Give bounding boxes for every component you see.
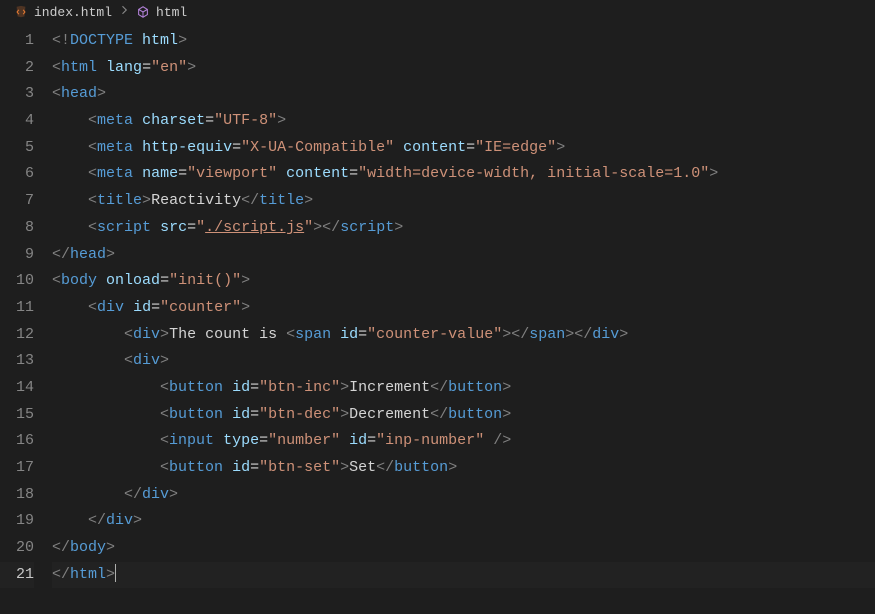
line-number: 19 bbox=[0, 508, 34, 535]
breadcrumb-file[interactable]: index.html bbox=[34, 5, 112, 20]
code-line[interactable]: <meta http-equiv="X-UA-Compatible" conte… bbox=[52, 135, 875, 162]
code-line[interactable]: </div> bbox=[52, 482, 875, 509]
code-area[interactable]: <!DOCTYPE html><html lang="en"><head> <m… bbox=[52, 28, 875, 588]
line-number-gutter: 123456789101112131415161718192021 bbox=[0, 28, 52, 588]
line-number: 16 bbox=[0, 428, 34, 455]
code-line[interactable]: <html lang="en"> bbox=[52, 55, 875, 82]
line-number: 21 bbox=[0, 562, 34, 589]
html-file-icon bbox=[14, 5, 28, 19]
code-line[interactable]: <div id="counter"> bbox=[52, 295, 875, 322]
line-number: 17 bbox=[0, 455, 34, 482]
line-number: 5 bbox=[0, 135, 34, 162]
code-line[interactable]: <!DOCTYPE html> bbox=[52, 28, 875, 55]
code-line[interactable]: </div> bbox=[52, 508, 875, 535]
line-number: 7 bbox=[0, 188, 34, 215]
code-editor[interactable]: 123456789101112131415161718192021 <!DOCT… bbox=[0, 24, 875, 588]
line-number: 1 bbox=[0, 28, 34, 55]
line-number: 14 bbox=[0, 375, 34, 402]
breadcrumb-symbol[interactable]: html bbox=[156, 5, 187, 20]
code-line[interactable]: <meta charset="UTF-8"> bbox=[52, 108, 875, 135]
text-cursor bbox=[115, 564, 116, 582]
code-line[interactable]: <input type="number" id="inp-number" /> bbox=[52, 428, 875, 455]
breadcrumb[interactable]: index.html html bbox=[0, 0, 875, 24]
code-line[interactable]: <script src="./script.js"></script> bbox=[52, 215, 875, 242]
line-number: 15 bbox=[0, 402, 34, 429]
code-line[interactable]: <button id="btn-inc">Increment</button> bbox=[52, 375, 875, 402]
line-number: 13 bbox=[0, 348, 34, 375]
code-line[interactable]: </head> bbox=[52, 242, 875, 269]
chevron-right-icon bbox=[118, 4, 130, 20]
line-number: 10 bbox=[0, 268, 34, 295]
line-number: 20 bbox=[0, 535, 34, 562]
code-line[interactable]: </html> bbox=[52, 562, 875, 589]
line-number: 2 bbox=[0, 55, 34, 82]
code-line[interactable]: <body onload="init()"> bbox=[52, 268, 875, 295]
code-line[interactable]: <meta name="viewport" content="width=dev… bbox=[52, 161, 875, 188]
line-number: 11 bbox=[0, 295, 34, 322]
code-line[interactable]: <div>The count is <span id="counter-valu… bbox=[52, 322, 875, 349]
code-line[interactable]: <title>Reactivity</title> bbox=[52, 188, 875, 215]
line-number: 6 bbox=[0, 161, 34, 188]
line-number: 4 bbox=[0, 108, 34, 135]
code-line[interactable]: <button id="btn-dec">Decrement</button> bbox=[52, 402, 875, 429]
line-number: 8 bbox=[0, 215, 34, 242]
code-line[interactable]: </body> bbox=[52, 535, 875, 562]
line-number: 9 bbox=[0, 242, 34, 269]
code-line[interactable]: <head> bbox=[52, 81, 875, 108]
line-number: 3 bbox=[0, 81, 34, 108]
symbol-icon bbox=[136, 5, 150, 19]
code-line[interactable]: <button id="btn-set">Set</button> bbox=[52, 455, 875, 482]
code-line[interactable]: <div> bbox=[52, 348, 875, 375]
line-number: 12 bbox=[0, 322, 34, 349]
line-number: 18 bbox=[0, 482, 34, 509]
